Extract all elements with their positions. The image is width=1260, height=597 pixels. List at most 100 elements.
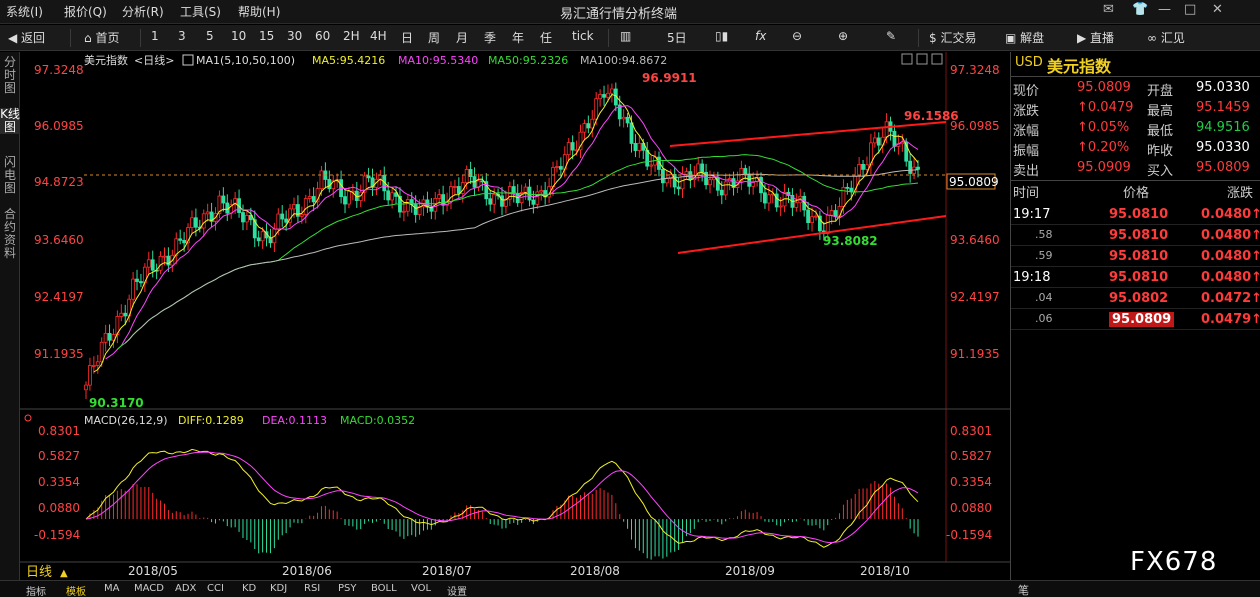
- indicator-tab[interactable]: ADX: [175, 583, 196, 594]
- candle-down: [806, 209, 811, 224]
- quote-value: ↑0.0479: [1077, 100, 1134, 115]
- separator: [608, 29, 609, 47]
- quote-label: 涨幅: [1013, 124, 1040, 139]
- candle-up: [810, 216, 814, 224]
- period-30[interactable]: 30: [287, 29, 302, 43]
- ma10-legend: MA10:95.5340: [398, 54, 478, 67]
- tick-time: .06: [1035, 312, 1053, 325]
- bar-chart-icon[interactable]: ▥: [620, 29, 631, 43]
- analysis-button[interactable]: ▣ 解盘: [1005, 29, 1044, 46]
- indicator-tab[interactable]: 模板: [66, 583, 86, 597]
- quote-label: 买入: [1147, 164, 1174, 179]
- period-10[interactable]: 10: [231, 29, 246, 43]
- live-button[interactable]: ▶ 直播: [1077, 29, 1114, 46]
- huijian-button[interactable]: ∞ 汇见: [1147, 29, 1185, 46]
- indicator-tab[interactable]: 指标: [26, 583, 46, 597]
- back-button[interactable]: ◀ 返回: [8, 29, 45, 46]
- candle-down: [182, 239, 187, 244]
- candle-down: [845, 186, 850, 189]
- candle-up: [303, 198, 308, 215]
- huijian-label: 汇见: [1160, 31, 1185, 45]
- period-year[interactable]: 年: [512, 29, 524, 46]
- indicator-tab[interactable]: 设置: [447, 583, 467, 597]
- menu-system[interactable]: 系统(I): [6, 3, 43, 20]
- zoom-out-icon[interactable]: ⊖: [792, 29, 802, 43]
- candle-icon[interactable]: ▯▮: [715, 29, 728, 43]
- period-1[interactable]: 1: [151, 29, 159, 43]
- candle-down: [107, 332, 112, 341]
- candle-up: [299, 214, 304, 217]
- candle-up: [319, 170, 324, 190]
- zoom-in-icon[interactable]: ⊕: [838, 29, 848, 43]
- tick-row[interactable]: 19:18 95.0810 0.0480↑: [1011, 269, 1260, 288]
- candle-down: [343, 196, 347, 205]
- indicator-tab[interactable]: KD: [242, 583, 256, 594]
- mail-icon[interactable]: ✉: [1103, 2, 1114, 17]
- menu-analysis[interactable]: 分析(R): [122, 3, 164, 20]
- maximize-button[interactable]: □: [1184, 2, 1196, 17]
- period-tick[interactable]: tick: [572, 29, 594, 43]
- period-60[interactable]: 60: [315, 29, 330, 43]
- tick-price: 95.0809: [1109, 312, 1175, 327]
- symbol-code: USD: [1015, 55, 1043, 70]
- indicator-tab[interactable]: MA: [104, 583, 119, 594]
- indicator-tab[interactable]: CCI: [207, 583, 224, 594]
- candle-up: [146, 259, 151, 268]
- candle-up: [594, 98, 599, 120]
- menu-quote[interactable]: 报价(Q): [64, 3, 107, 20]
- indicator-tab[interactable]: RSI: [304, 583, 320, 594]
- tick-row[interactable]: .59 95.0810 0.0480↑: [1011, 248, 1260, 267]
- price-tick: 92.4197: [34, 290, 84, 304]
- period-custom[interactable]: 任: [540, 29, 552, 46]
- indicator-tab[interactable]: KDJ: [270, 583, 287, 594]
- chart-area[interactable]: 美元指数 <日线> MA1(5,10,50,100) MA5:95.4216 M…: [20, 52, 1010, 580]
- trade-button[interactable]: $ 汇交易: [929, 29, 976, 46]
- tick-time: .04: [1035, 291, 1053, 304]
- candle-down: [908, 160, 913, 174]
- tab-timeshare[interactable]: 分时图: [0, 56, 20, 95]
- minimize-button[interactable]: —: [1158, 2, 1171, 17]
- indicator-tab[interactable]: MACD: [134, 583, 164, 594]
- instrument-name: 美元指数: [84, 53, 128, 67]
- candle-up: [162, 255, 167, 258]
- period-15[interactable]: 15: [259, 29, 274, 43]
- tick-row[interactable]: 19:17 95.0810 0.0480↑: [1011, 206, 1260, 225]
- period-dropdown-icon[interactable]: ▲: [60, 568, 68, 579]
- tick-row[interactable]: .58 95.0810 0.0480↑: [1011, 227, 1260, 246]
- tick-price: 95.0810: [1109, 270, 1169, 285]
- period-quarter[interactable]: 季: [484, 29, 496, 46]
- period-footer[interactable]: 日线: [26, 565, 52, 580]
- indicator-tab[interactable]: VOL: [411, 583, 431, 594]
- date-label: 2018/09: [725, 564, 775, 578]
- period-3[interactable]: 3: [178, 29, 186, 43]
- tick-row[interactable]: .04 95.0802 0.0472↑: [1011, 290, 1260, 309]
- tick-row[interactable]: .06 95.0809 0.0479↑: [1011, 311, 1260, 330]
- tab-kline[interactable]: K线图: [0, 108, 20, 134]
- price-tick: 97.3248: [34, 63, 84, 77]
- menu-bar: 系统(I) 报价(Q) 分析(R) 工具(S) 帮助(H) 易汇通行情分析终端 …: [0, 0, 1260, 24]
- close-button[interactable]: ✕: [1212, 2, 1223, 17]
- indicator-tab[interactable]: PSY: [338, 583, 357, 594]
- period-day[interactable]: 日: [401, 29, 413, 46]
- candle-up: [865, 164, 869, 170]
- period-month[interactable]: 月: [456, 29, 468, 46]
- skin-icon[interactable]: 👕: [1132, 2, 1148, 17]
- period-5[interactable]: 5: [206, 29, 214, 43]
- menu-tools[interactable]: 工具(S): [180, 3, 221, 20]
- candle-up: [91, 365, 96, 367]
- macd-diff-legend: DIFF:0.1289: [178, 414, 244, 427]
- indicator-tab[interactable]: BOLL: [371, 583, 397, 594]
- quote-panel: USD 美元指数 现价 95.0809 开盘 95.0330 涨跌 ↑0.0479 最高 95…: [1010, 52, 1260, 580]
- five-day-button[interactable]: 5日: [667, 29, 687, 46]
- formula-button[interactable]: fx: [755, 29, 766, 43]
- period-4h[interactable]: 4H: [370, 29, 387, 43]
- home-button[interactable]: ⌂ 首页: [84, 29, 119, 46]
- period-week[interactable]: 周: [428, 29, 440, 46]
- period-2h[interactable]: 2H: [343, 29, 360, 43]
- menu-help[interactable]: 帮助(H): [238, 3, 280, 20]
- tab-flash[interactable]: 闪电图: [0, 156, 20, 195]
- draw-icon[interactable]: ✎: [886, 29, 896, 43]
- tab-contract-info[interactable]: 合约资料: [0, 208, 20, 260]
- quote-label: 涨跌: [1013, 104, 1040, 119]
- separator: [140, 29, 141, 47]
